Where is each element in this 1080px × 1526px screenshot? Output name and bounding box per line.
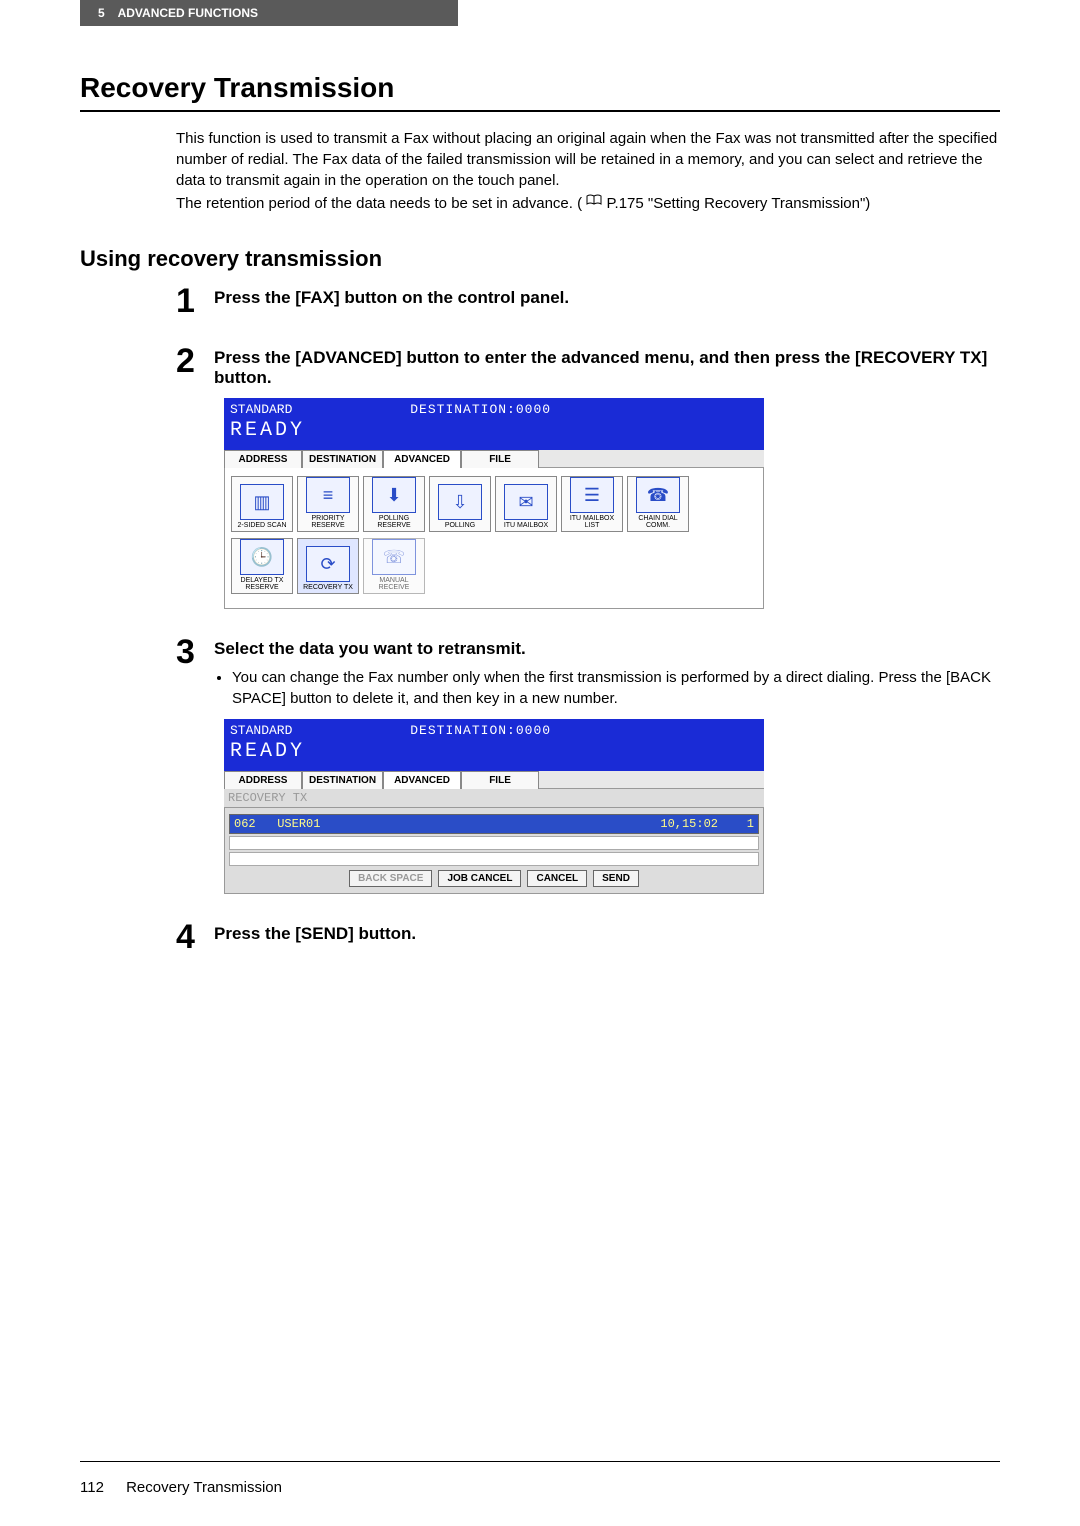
advanced-menu-screenshot: STANDARD DESTINATION:0000 READY ADDRESS …: [224, 398, 764, 609]
tab-address[interactable]: ADDRESS: [224, 450, 302, 468]
itu-mailbox-list-icon: ☰: [570, 477, 614, 513]
chain-dial-icon: ☎: [636, 477, 680, 513]
polling-reserve-button[interactable]: ⬇POLLING RESERVE: [363, 476, 425, 532]
tab-destination[interactable]: DESTINATION: [302, 450, 383, 468]
tab-bar: ADDRESS DESTINATION ADVANCED FILE: [224, 771, 764, 789]
chapter-title: ADVANCED FUNCTIONS: [118, 6, 258, 20]
standard-label: STANDARD: [230, 402, 292, 417]
priority-reserve-icon: ≡: [306, 477, 350, 513]
two-sided-scan-button[interactable]: ▥2-SIDED SCAN: [231, 476, 293, 532]
step-2: 2 Press the [ADVANCED] button to enter t…: [80, 344, 1000, 609]
recovery-tx-list-screenshot: STANDARD DESTINATION:0000 READY ADDRESS …: [224, 719, 764, 894]
priority-reserve-button[interactable]: ≡PRIORITY RESERVE: [297, 476, 359, 532]
back-space-button[interactable]: BACK SPACE: [349, 870, 432, 887]
job-cancel-button[interactable]: JOB CANCEL: [438, 870, 521, 887]
step-3: 3 Select the data you want to retransmit…: [80, 635, 1000, 894]
step-number: 4: [176, 920, 214, 954]
recovery-tx-button[interactable]: ⟳RECOVERY TX: [297, 538, 359, 594]
polling-icon: ⇩: [438, 484, 482, 520]
cancel-button[interactable]: CANCEL: [527, 870, 587, 887]
itu-mailbox-icon: ✉: [504, 484, 548, 520]
manual-receive-button[interactable]: ☏MANUAL RECEIVE: [363, 538, 425, 594]
book-icon: [586, 191, 602, 212]
intro-p1: This function is used to transmit a Fax …: [176, 128, 1000, 191]
chain-dial-comm-button[interactable]: ☎CHAIN DIAL COMM.: [627, 476, 689, 532]
title-rule: [80, 110, 1000, 112]
tx-item-row[interactable]: 062 USER01 10,15:02 1: [229, 814, 759, 834]
intro-p2: The retention period of the data needs t…: [176, 191, 1000, 214]
page-footer: 112 Recovery Transmission: [80, 1479, 282, 1496]
tab-destination[interactable]: DESTINATION: [302, 771, 383, 789]
footer-title: Recovery Transmission: [126, 1479, 282, 1496]
tab-advanced[interactable]: ADVANCED: [383, 771, 461, 789]
destination-label: DESTINATION:0000: [410, 723, 551, 738]
tab-bar: ADDRESS DESTINATION ADVANCED FILE: [224, 450, 764, 468]
step-heading: Press the [ADVANCED] button to enter the…: [214, 348, 1000, 388]
list-item: [229, 836, 759, 850]
intro-block: This function is used to transmit a Fax …: [80, 128, 1000, 214]
step-number: 3: [176, 635, 214, 894]
send-button[interactable]: SEND: [593, 870, 639, 887]
page-title: Recovery Transmission: [80, 72, 1000, 104]
step-number: 1: [176, 284, 214, 318]
step-heading: Press the [SEND] button.: [214, 924, 1000, 944]
tab-address[interactable]: ADDRESS: [224, 771, 302, 789]
polling-reserve-icon: ⬇: [372, 477, 416, 513]
subtitle: Using recovery transmission: [80, 246, 1000, 272]
tab-file[interactable]: FILE: [461, 450, 539, 468]
status-banner: STANDARD DESTINATION:0000 READY: [224, 398, 764, 450]
tab-file[interactable]: FILE: [461, 771, 539, 789]
status-banner: STANDARD DESTINATION:0000 READY: [224, 719, 764, 771]
manual-receive-icon: ☏: [372, 539, 416, 575]
standard-label: STANDARD: [230, 723, 292, 738]
step-1: 1 Press the [FAX] button on the control …: [80, 284, 1000, 318]
footer-rule: [80, 1461, 1000, 1462]
page-number: 112: [80, 1479, 104, 1496]
mode-label: RECOVERY TX: [224, 789, 764, 807]
destination-label: DESTINATION:0000: [410, 402, 551, 417]
recovery-tx-icon: ⟳: [306, 546, 350, 582]
step-4: 4 Press the [SEND] button.: [80, 920, 1000, 954]
delayed-tx-icon: 🕒: [240, 539, 284, 575]
step-heading: Press the [FAX] button on the control pa…: [214, 288, 1000, 308]
itu-mailbox-button[interactable]: ✉ITU MAILBOX: [495, 476, 557, 532]
list-item: [229, 852, 759, 866]
chapter-header: 5 ADVANCED FUNCTIONS: [80, 0, 458, 26]
ready-label: READY: [230, 419, 758, 442]
polling-button[interactable]: ⇩POLLING: [429, 476, 491, 532]
chapter-number: 5: [98, 6, 105, 20]
step-number: 2: [176, 344, 214, 609]
step-note: You can change the Fax number only when …: [214, 667, 1000, 709]
itu-mailbox-list-button[interactable]: ☰ITU MAILBOX LIST: [561, 476, 623, 532]
step-heading: Select the data you want to retransmit.: [214, 639, 1000, 659]
ready-label: READY: [230, 740, 758, 763]
delayed-tx-reserve-button[interactable]: 🕒DELAYED TX RESERVE: [231, 538, 293, 594]
tab-advanced[interactable]: ADVANCED: [383, 450, 461, 468]
two-sided-scan-icon: ▥: [240, 484, 284, 520]
